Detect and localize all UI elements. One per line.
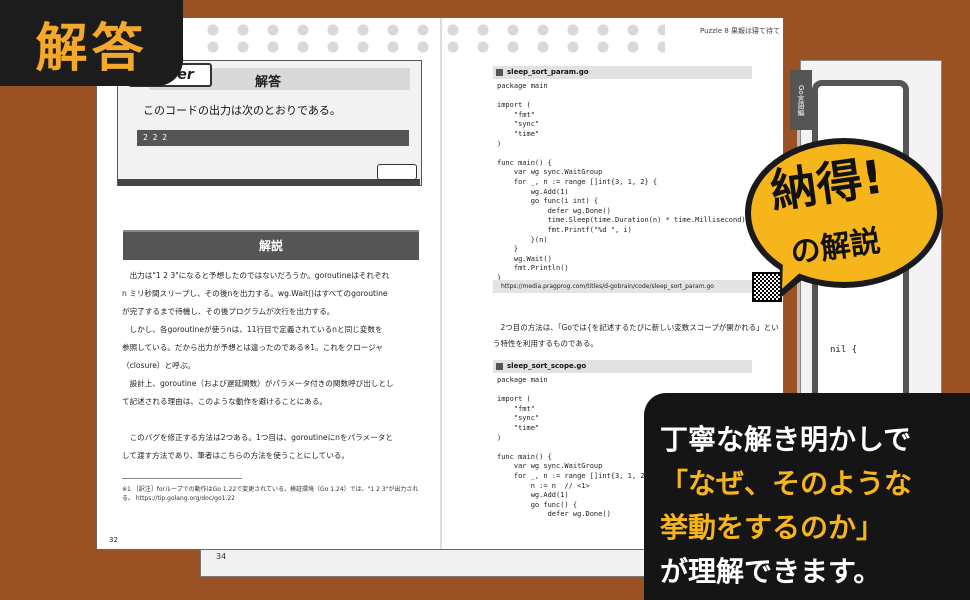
bottom-page-number: 34 <box>216 552 227 561</box>
body-line: が完了するまで待機し、その後プログラムが次行を出力する。 <box>122 307 335 316</box>
code2-filename: sleep_sort_scope.go <box>493 360 752 373</box>
footnote-rule <box>122 478 242 479</box>
body-line: このバグを修正する方法は2つある。1つ目は、goroutineにnをパラメータと <box>122 433 393 442</box>
eraser-icon <box>377 164 417 180</box>
chalk-ledge <box>118 179 420 186</box>
footnote: ※1 ［訳注］forループでの動作はGo 1.22で変更されている。検証環境（G… <box>122 486 419 502</box>
right-page-text: 2つ目の方法は、「Goでは{を記述するたびに新しい変数スコープが開かれる」という… <box>493 323 779 348</box>
code-url: https://media.pragprog.com/titles/d-gobr… <box>493 280 756 293</box>
answer-tag: 解答 <box>0 0 183 86</box>
body-line: て記述される理由は、このような動作を避けることにある。 <box>122 397 328 406</box>
code1-filename: sleep_sort_param.go <box>493 66 752 79</box>
body-line: して渡す方法であり、筆者はこちらの方法を使うことにしている。 <box>122 451 349 460</box>
code2-listing: package main import ( "fmt" "sync" "time… <box>497 376 645 519</box>
caption-line-4: が理解できます。 <box>660 555 882 588</box>
body-line: 出力は"1 2 3"になると予想したのではないだろうか。goroutineはそれ… <box>122 271 390 280</box>
answer-text: このコードの出力は次のとおりである。 <box>143 104 341 117</box>
right-page-running-header: Puzzle 8 果報は寝て待て <box>700 27 781 35</box>
body-line: （closure）と呼ぶ。 <box>122 361 195 370</box>
answer-heading: 解答 <box>255 75 282 90</box>
body-line: しかし、各goroutineが使うnは、11行目で定義されているnと同じ変数を <box>122 325 383 334</box>
body-line: n ミリ秒間スリープし、その後nを出力する。wg.Wait()はすべてのgoro… <box>122 289 388 298</box>
caption-line-3: 挙動をするのか」 <box>660 511 885 544</box>
kaisetsu-heading: 解説 <box>123 230 419 260</box>
caption-line-2: 「なぜ、そのような <box>660 467 913 500</box>
left-page-number: 32 <box>109 536 118 544</box>
answer-output: 2 2 2 <box>137 130 409 146</box>
side-chapter-tab: Go言語編 <box>790 70 812 130</box>
body-line: 設計上、goroutine（および遅延関数）がパラメータ付きの関数呼び出しとし <box>122 379 394 388</box>
code1-listing: package main import ( "fmt" "sync" "time… <box>497 82 746 282</box>
back-page-code: nil { <box>830 345 858 355</box>
body-line: 参照している。だから出力が予想とは違ったのである※1。これをクロージャ <box>122 343 383 352</box>
puzzle-piece-header <box>205 22 665 56</box>
caption-line-1: 丁寧な解き明かしで <box>660 423 912 456</box>
book-spine <box>440 18 442 549</box>
